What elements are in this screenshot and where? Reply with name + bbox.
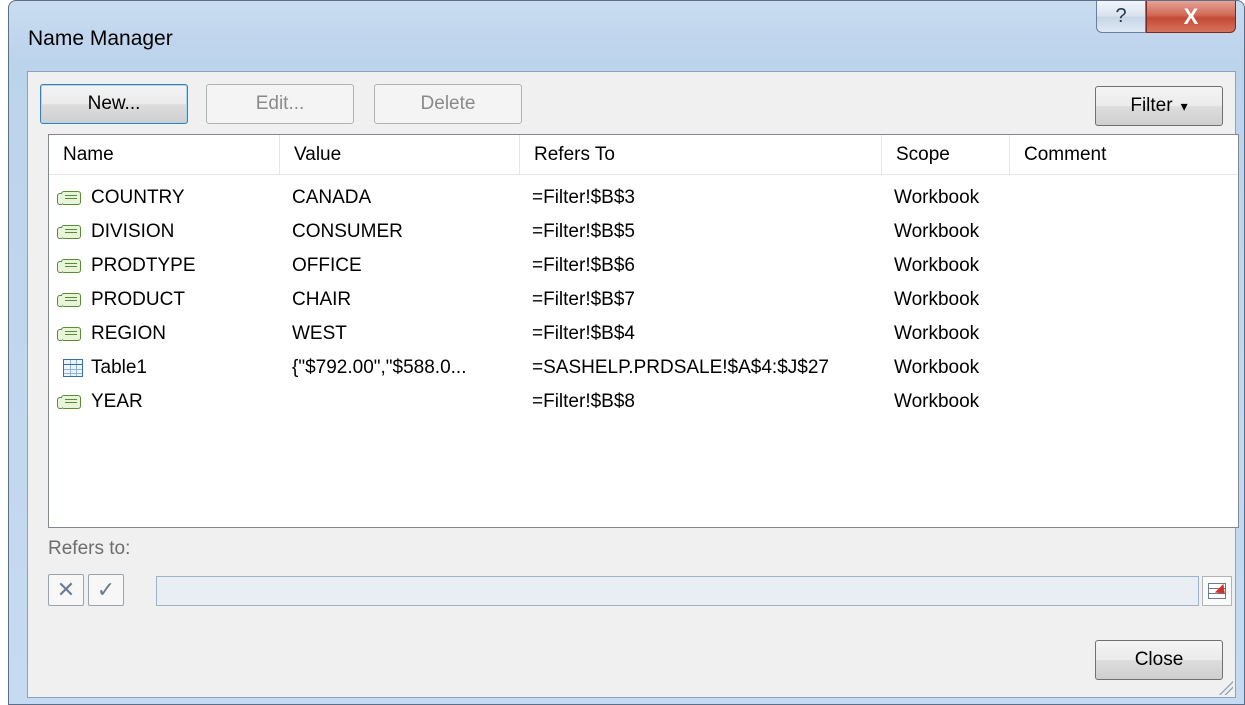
dialog-body: New... Edit... Delete Filter ▾ Name Valu…: [27, 71, 1239, 698]
help-button[interactable]: ?: [1096, 1, 1146, 33]
named-range-icon: [57, 225, 81, 239]
row-comment: [1022, 181, 1236, 215]
delete-button[interactable]: Delete: [374, 84, 522, 124]
table-row[interactable]: Table1 {"$792.00","$588.0... =SASHELP.PR…: [49, 351, 1238, 385]
row-value: WEST: [292, 323, 347, 344]
resize-grip-icon[interactable]: [1217, 679, 1233, 695]
row-value: {"$792.00","$588.0...: [292, 357, 467, 378]
names-list[interactable]: Name Value Refers To Scope Comment COUNT…: [48, 134, 1239, 528]
column-header-refers-to[interactable]: Refers To: [520, 135, 882, 175]
window-close-button[interactable]: X: [1146, 1, 1236, 33]
row-refers-to: =Filter!$B$5: [532, 221, 635, 242]
row-comment: [1022, 215, 1236, 249]
row-comment: [1022, 283, 1236, 317]
named-range-icon: [57, 395, 81, 409]
refers-to-input[interactable]: [156, 576, 1199, 606]
checkmark-icon: ✓: [96, 577, 116, 602]
row-name: PRODUCT: [91, 289, 185, 310]
help-icon: ?: [1115, 5, 1127, 27]
row-name: Table1: [91, 357, 147, 378]
table-row[interactable]: REGION WEST =Filter!$B$4 Workbook: [49, 317, 1238, 351]
row-comment: [1022, 351, 1236, 385]
new-button[interactable]: New...: [40, 84, 188, 124]
named-range-icon: [57, 191, 81, 205]
cancel-edit-button[interactable]: ✕: [48, 574, 84, 606]
column-header-name[interactable]: Name: [49, 135, 280, 175]
row-name: PRODTYPE: [91, 255, 196, 276]
delete-button-label: Delete: [420, 93, 476, 114]
row-scope: Workbook: [894, 221, 980, 242]
row-scope: Workbook: [894, 289, 980, 310]
close-icon: X: [1183, 3, 1199, 29]
row-value: OFFICE: [292, 255, 362, 276]
window-title: Name Manager: [28, 27, 173, 50]
filter-button-label: Filter: [1130, 95, 1173, 116]
chevron-down-icon: ▾: [1180, 97, 1188, 114]
filter-button[interactable]: Filter ▾: [1095, 86, 1223, 126]
row-scope: Workbook: [894, 187, 980, 208]
edit-button-label: Edit...: [255, 93, 305, 114]
named-range-icon: [57, 293, 81, 307]
row-scope: Workbook: [894, 357, 980, 378]
refers-to-label: Refers to:: [48, 538, 131, 559]
table-icon: [63, 359, 83, 377]
row-scope: Workbook: [894, 255, 980, 276]
row-scope: Workbook: [894, 323, 980, 344]
row-refers-to: =SASHELP.PRDSALE!$A$4:$J$27: [532, 357, 829, 378]
row-refers-to: =Filter!$B$6: [532, 255, 635, 276]
row-name: DIVISION: [91, 221, 175, 242]
close-button-label: Close: [1134, 649, 1184, 670]
row-name: COUNTRY: [91, 187, 185, 208]
edit-button[interactable]: Edit...: [206, 84, 354, 124]
column-header-value[interactable]: Value: [280, 135, 520, 175]
table-row[interactable]: COUNTRY CANADA =Filter!$B$3 Workbook: [49, 181, 1238, 215]
list-header: Name Value Refers To Scope Comment: [49, 135, 1238, 175]
collapse-dialog-button[interactable]: [1202, 576, 1232, 606]
named-range-icon: [57, 259, 81, 273]
column-header-comment[interactable]: Comment: [1010, 135, 1240, 175]
table-row[interactable]: PRODUCT CHAIR =Filter!$B$7 Workbook: [49, 283, 1238, 317]
row-name: YEAR: [91, 391, 143, 412]
column-header-scope[interactable]: Scope: [882, 135, 1010, 175]
row-comment: [1022, 317, 1236, 351]
row-refers-to: =Filter!$B$7: [532, 289, 635, 310]
row-scope: Workbook: [894, 391, 980, 412]
row-value: [292, 385, 518, 419]
row-refers-to: =Filter!$B$3: [532, 187, 635, 208]
close-button[interactable]: Close: [1095, 640, 1223, 680]
row-value: CANADA: [292, 187, 372, 208]
row-value: CONSUMER: [292, 221, 403, 242]
row-name: REGION: [91, 323, 166, 344]
title-bar[interactable]: Name Manager ? X: [9, 1, 1244, 73]
table-row[interactable]: PRODTYPE OFFICE =Filter!$B$6 Workbook: [49, 249, 1238, 283]
row-comment: [1022, 249, 1236, 283]
new-button-label: New...: [87, 93, 141, 114]
row-refers-to: =Filter!$B$4: [532, 323, 635, 344]
table-row[interactable]: DIVISION CONSUMER =Filter!$B$5 Workbook: [49, 215, 1238, 249]
row-refers-to: =Filter!$B$8: [532, 391, 635, 412]
row-value: CHAIR: [292, 289, 352, 310]
enter-edit-button[interactable]: ✓: [88, 574, 124, 606]
name-manager-window: Name Manager ? X New... Edit... Delete F…: [8, 0, 1245, 705]
table-row[interactable]: YEAR =Filter!$B$8 Workbook: [49, 385, 1238, 419]
named-range-icon: [57, 327, 81, 341]
row-comment: [1022, 385, 1236, 419]
cancel-icon: ✕: [56, 577, 76, 602]
